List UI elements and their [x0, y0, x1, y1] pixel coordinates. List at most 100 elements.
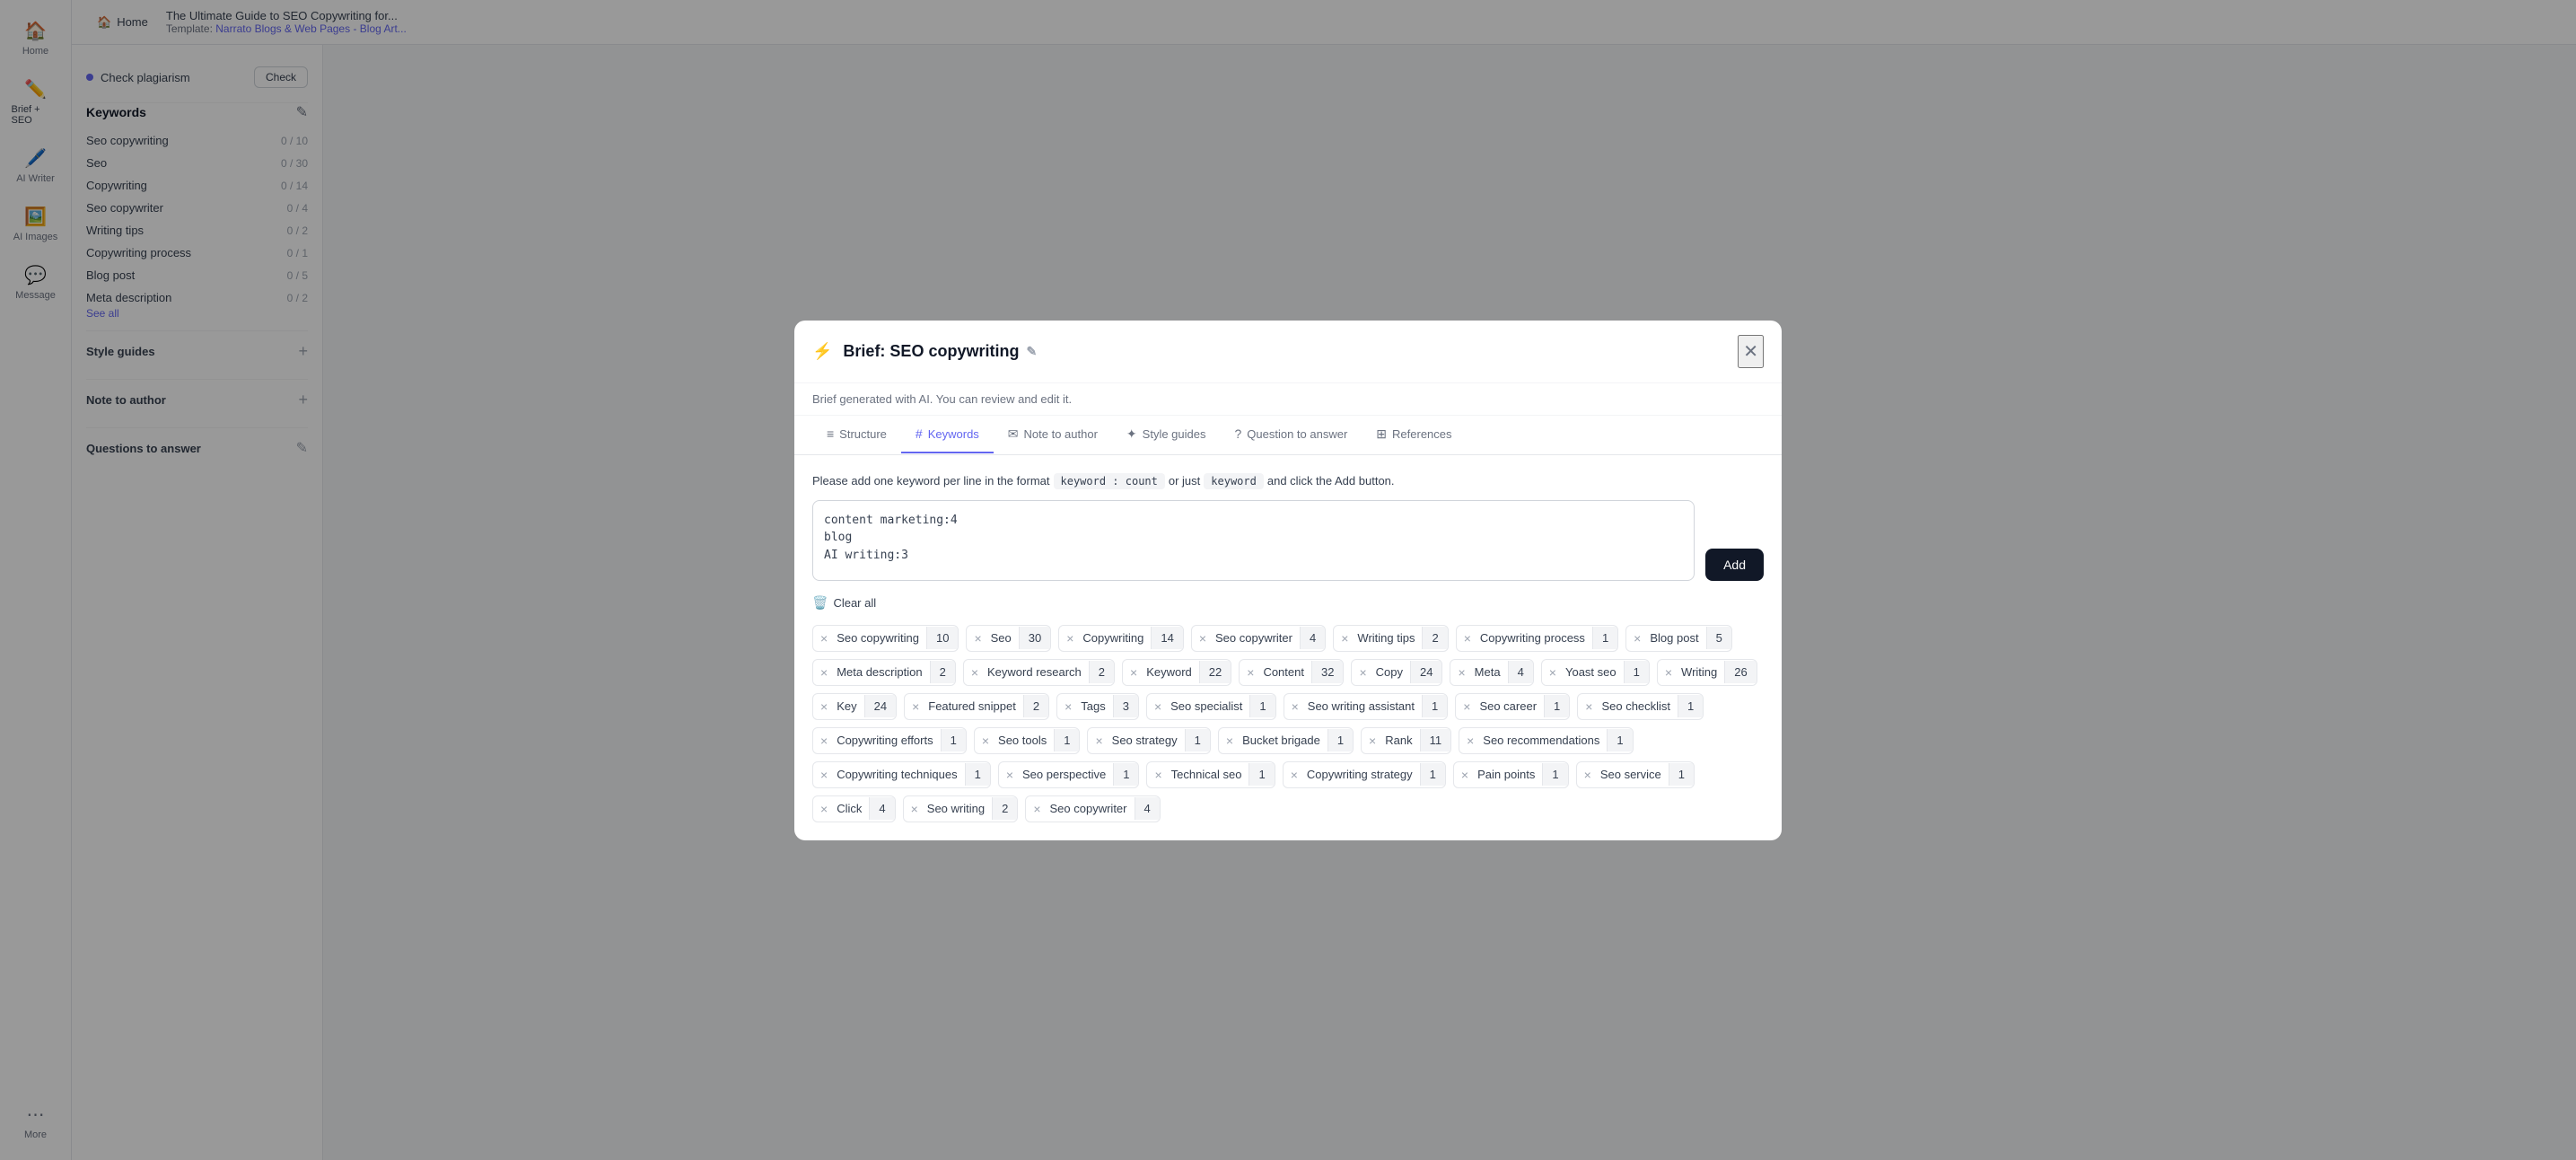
code-badge-2: keyword [1204, 473, 1264, 489]
keyword-tag: × Tags 3 [1056, 693, 1139, 720]
tag-remove-button[interactable]: × [813, 626, 835, 651]
tag-remove-button[interactable]: × [1457, 626, 1478, 651]
tag-remove-button[interactable]: × [813, 694, 835, 719]
tag-remove-button[interactable]: × [1147, 694, 1169, 719]
tag-remove-button[interactable]: × [975, 728, 996, 753]
keyword-tag: × Featured snippet 2 [904, 693, 1049, 720]
keyword-tag: × Copywriting process 1 [1456, 625, 1618, 652]
tag-remove-button[interactable]: × [813, 762, 835, 787]
tag-remove-button[interactable]: × [1459, 728, 1481, 753]
tag-count: 22 [1199, 661, 1231, 683]
structure-tab-label: Structure [839, 427, 887, 441]
tag-remove-button[interactable]: × [1147, 762, 1169, 787]
keyword-tag: × Rank 11 [1361, 727, 1451, 754]
tag-remove-button[interactable]: × [1454, 762, 1476, 787]
tag-remove-button[interactable]: × [1284, 694, 1306, 719]
tab-style-guides[interactable]: ✦Style guides [1112, 416, 1221, 454]
tag-count: 1 [1249, 695, 1275, 717]
tag-name: Pain points [1476, 763, 1542, 786]
tag-count: 1 [1054, 729, 1079, 751]
tab-question-to-answer[interactable]: ?Question to answer [1220, 416, 1362, 453]
tag-remove-button[interactable]: × [813, 796, 835, 822]
tag-name: Seo copywriter [1214, 627, 1300, 649]
keywords-tab-label: Keywords [928, 427, 979, 441]
tag-remove-button[interactable]: × [1456, 694, 1477, 719]
tag-remove-button[interactable]: × [813, 728, 835, 753]
tag-remove-button[interactable]: × [1123, 660, 1144, 685]
tag-remove-button[interactable]: × [1578, 694, 1599, 719]
references-tab-icon: ⊞ [1376, 426, 1387, 442]
tag-count: 1 [1542, 763, 1567, 786]
tag-count: 2 [1023, 695, 1048, 717]
modal-title-edit-icon[interactable]: ✎ [1026, 344, 1037, 359]
tab-note-to-author[interactable]: ✉Note to author [994, 416, 1112, 454]
tag-remove-button[interactable]: × [1352, 660, 1373, 685]
add-button[interactable]: Add [1705, 549, 1764, 581]
tag-remove-button[interactable]: × [967, 626, 988, 651]
tag-remove-button[interactable]: × [1626, 626, 1648, 651]
references-tab-label: References [1392, 427, 1451, 441]
tag-name: Writing [1679, 661, 1724, 683]
tag-remove-button[interactable]: × [999, 762, 1021, 787]
clear-all-label: Clear all [833, 596, 876, 610]
clear-all-row[interactable]: 🗑️ Clear all [812, 595, 1764, 611]
tag-remove-button[interactable]: × [1577, 762, 1599, 787]
tag-remove-button[interactable]: × [905, 694, 926, 719]
tag-name: Seo perspective [1021, 763, 1113, 786]
trash-icon: 🗑️ [812, 595, 828, 611]
tag-name: Meta description [835, 661, 929, 683]
modal-close-button[interactable]: ✕ [1738, 335, 1764, 368]
structure-tab-icon: ≡ [827, 426, 834, 441]
content-area: Check plagiarism Check Keywords ✎ Seo co… [72, 45, 2576, 1160]
keyword-textarea[interactable] [812, 500, 1695, 581]
tag-count: 1 [941, 729, 966, 751]
keyword-tag: × Copywriting strategy 1 [1283, 761, 1446, 788]
modal: ⚡ Brief: SEO copywriting ✎ ✕ Brief gener… [794, 321, 1782, 840]
tag-remove-button[interactable]: × [1658, 660, 1679, 685]
tag-name: Seo strategy [1110, 729, 1185, 751]
tag-remove-button[interactable]: × [1334, 626, 1355, 651]
tag-remove-button[interactable]: × [1240, 660, 1261, 685]
tag-count: 11 [1420, 729, 1451, 751]
tag-remove-button[interactable]: × [1192, 626, 1214, 651]
tag-name: Seo copywriter [1048, 797, 1135, 820]
style-guides-tab-label: Style guides [1143, 427, 1206, 441]
keyword-tag: × Seo specialist 1 [1146, 693, 1276, 720]
tag-name: Seo specialist [1169, 695, 1249, 717]
tag-remove-button[interactable]: × [1219, 728, 1240, 753]
tag-remove-button[interactable]: × [1450, 660, 1472, 685]
tag-name: Bucket brigade [1240, 729, 1327, 751]
keyword-tag: × Copywriting techniques 1 [812, 761, 991, 788]
tag-remove-button[interactable]: × [1059, 626, 1081, 651]
keyword-tag: × Meta description 2 [812, 659, 956, 686]
keyword-tag: × Seo recommendations 1 [1459, 727, 1634, 754]
tag-remove-button[interactable]: × [964, 660, 986, 685]
tag-count: 4 [1300, 627, 1325, 649]
tag-remove-button[interactable]: × [1057, 694, 1079, 719]
keyword-tag: × Seo strategy 1 [1087, 727, 1210, 754]
tag-remove-button[interactable]: × [1088, 728, 1109, 753]
tab-keywords[interactable]: # Keywords [901, 416, 994, 453]
keywords-tab-icon: # [916, 426, 923, 441]
tag-name: Click [835, 797, 869, 820]
modal-overlay: ⚡ Brief: SEO copywriting ✎ ✕ Brief gener… [72, 45, 2576, 1160]
tab-references[interactable]: ⊞ References [1362, 416, 1466, 454]
modal-header: ⚡ Brief: SEO copywriting ✎ ✕ [794, 321, 1782, 383]
tag-count: 1 [1249, 763, 1274, 786]
tag-count: 1 [1544, 695, 1569, 717]
modal-title: Brief: SEO copywriting ✎ [843, 342, 1727, 361]
keyword-tag: × Blog post 5 [1625, 625, 1732, 652]
tag-remove-button[interactable]: × [813, 660, 835, 685]
tag-remove-button[interactable]: × [1362, 728, 1383, 753]
tag-remove-button[interactable]: × [1026, 796, 1047, 822]
keyword-tag: × Seo writing assistant 1 [1284, 693, 1449, 720]
tab-structure[interactable]: ≡ Structure [812, 416, 901, 453]
tag-remove-button[interactable]: × [904, 796, 925, 822]
tag-count: 24 [864, 695, 896, 717]
tag-name: Seo tools [996, 729, 1054, 751]
tag-remove-button[interactable]: × [1542, 660, 1564, 685]
tag-count: 2 [1422, 627, 1447, 649]
keyword-tags: × Seo copywriting 10 × Seo 30 × Copywrit… [812, 625, 1764, 822]
keyword-tag: × Key 24 [812, 693, 897, 720]
tag-remove-button[interactable]: × [1284, 762, 1305, 787]
